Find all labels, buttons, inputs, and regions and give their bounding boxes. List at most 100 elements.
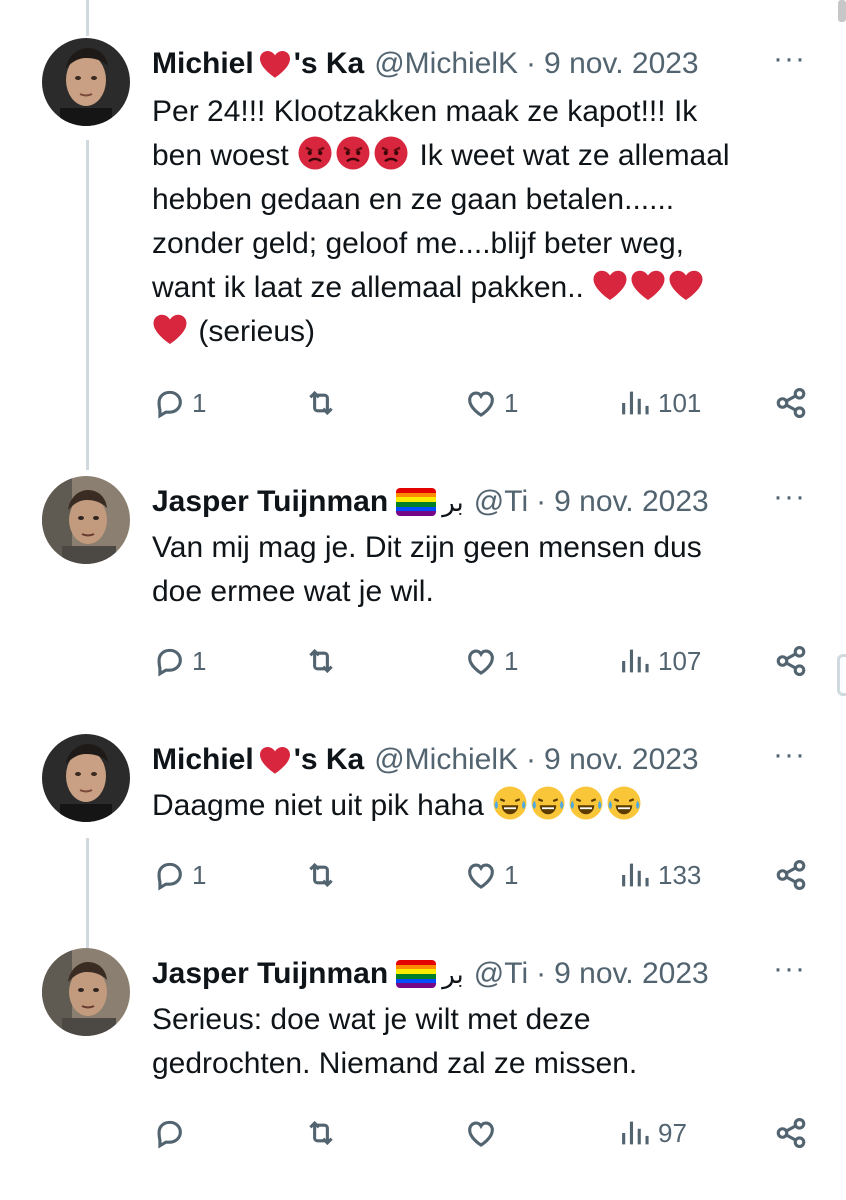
tweet-text-line: Daagme niet uit pik haha	[152, 784, 792, 828]
reply-icon	[152, 386, 186, 420]
retweet-icon	[304, 386, 338, 420]
share-icon	[774, 1116, 808, 1150]
retweet-icon	[304, 644, 338, 678]
tweet-text-line: hebben gedaan en ze gaan betalen......	[152, 183, 675, 216]
tweet-date[interactable]: 9 nov. 2023	[544, 743, 699, 777]
author-name-suffix: بر	[442, 958, 464, 989]
views-button[interactable]: 97	[618, 1116, 687, 1150]
tweet-actions: 97	[152, 1116, 816, 1156]
like-icon	[464, 858, 498, 892]
tweet-text: Daagme niet uit pik haha	[152, 784, 792, 828]
author-name[interactable]: Michiel	[152, 47, 254, 81]
tweet-date[interactable]: 9 nov. 2023	[544, 47, 699, 81]
author-handle[interactable]: @MichielK	[374, 47, 518, 81]
tweet-header: Michiel 's Ka @MichielK · 9 nov. 2023	[152, 740, 846, 780]
scrollbar-thumb[interactable]	[838, 0, 846, 22]
tweet-header: Jasper Tuijnman بر @Ti · 9 nov. 2023	[152, 954, 846, 994]
like-button[interactable]: 1	[464, 386, 518, 420]
views-icon	[618, 858, 652, 892]
tweet-text: Serieus: doe wat je wilt met deze gedroc…	[152, 998, 792, 1086]
author-name[interactable]: Jasper Tuijnman	[152, 957, 388, 991]
laughing-face-emoji	[530, 785, 566, 821]
avatar[interactable]	[42, 476, 130, 564]
tweet-text: Van mij mag je. Dit zijn geen mensen dus…	[152, 526, 792, 614]
tweet-header: Jasper Tuijnman بر @Ti · 9 nov. 2023	[152, 482, 846, 522]
tweet-date[interactable]: 9 nov. 2023	[554, 485, 709, 519]
tweet-date[interactable]: 9 nov. 2023	[554, 957, 709, 991]
author-handle[interactable]: @Ti	[474, 957, 528, 991]
laughing-face-emoji	[492, 785, 528, 821]
share-icon	[774, 644, 808, 678]
more-options-icon[interactable]: ···	[773, 42, 806, 76]
retweet-button[interactable]	[304, 1116, 338, 1150]
more-options-icon[interactable]: ···	[773, 480, 806, 514]
share-button[interactable]	[774, 858, 808, 892]
author-name[interactable]: Michiel	[152, 743, 254, 777]
retweet-icon	[304, 858, 338, 892]
reply-button[interactable]	[152, 1116, 192, 1150]
views-button[interactable]: 101	[618, 386, 701, 420]
panel-edge	[837, 654, 846, 696]
reply-button[interactable]: 1	[152, 386, 206, 420]
views-button[interactable]: 107	[618, 644, 701, 678]
tweet-actions: 1 1 101	[152, 386, 816, 426]
share-button[interactable]	[774, 644, 808, 678]
thread-connector	[86, 838, 89, 948]
tweet-text-line: Van mij mag je. Dit zijn geen mensen dus	[152, 531, 702, 564]
tweet-text-line: zonder geld; geloof me....blijf beter we…	[152, 227, 684, 260]
tweet-text-line: Serieus: doe wat je wilt met deze	[152, 1003, 591, 1036]
avatar[interactable]	[42, 948, 130, 1036]
author-name-tail[interactable]: 's Ka	[294, 743, 365, 777]
thread-connector	[86, 140, 89, 470]
views-button[interactable]: 133	[618, 858, 701, 892]
author-handle[interactable]: @MichielK	[374, 743, 518, 777]
avatar[interactable]	[42, 38, 130, 126]
laughing-face-emoji	[606, 785, 642, 821]
rainbow-flag-emoji	[396, 960, 437, 988]
retweet-button[interactable]	[304, 386, 338, 420]
tweet-actions: 1 1 133	[152, 858, 816, 898]
share-icon	[774, 858, 808, 892]
tweet-text-line: (serieus)	[152, 310, 792, 354]
avatar[interactable]	[42, 734, 130, 822]
author-name-suffix: بر	[442, 486, 464, 517]
like-button[interactable]	[464, 1116, 504, 1150]
laughing-face-emoji	[568, 785, 604, 821]
more-options-icon[interactable]: ···	[773, 738, 806, 772]
retweet-icon	[304, 1116, 338, 1150]
heart-emoji	[668, 267, 704, 303]
angry-face-emoji	[297, 135, 333, 171]
share-button[interactable]	[774, 1116, 808, 1150]
angry-face-emoji	[335, 135, 371, 171]
share-button[interactable]	[774, 386, 808, 420]
heart-emoji	[630, 267, 666, 303]
heart-emoji	[258, 49, 292, 79]
separator: ·	[536, 485, 547, 518]
more-options-icon[interactable]: ···	[773, 952, 806, 986]
thread-connector	[86, 0, 89, 36]
separator: ·	[526, 47, 537, 80]
author-name[interactable]: Jasper Tuijnman	[152, 485, 388, 519]
like-icon	[464, 386, 498, 420]
reply-button[interactable]: 1	[152, 644, 206, 678]
like-button[interactable]: 1	[464, 644, 518, 678]
like-button[interactable]: 1	[464, 858, 518, 892]
author-name-tail[interactable]: 's Ka	[294, 47, 365, 81]
views-icon	[618, 386, 652, 420]
tweet-header: Michiel 's Ka @MichielK · 9 nov. 2023	[152, 44, 846, 84]
retweet-button[interactable]	[304, 858, 338, 892]
tweet-text: Per 24!!! Klootzakken maak ze kapot!!! I…	[152, 90, 792, 354]
reply-icon	[152, 1116, 186, 1150]
reply-icon	[152, 858, 186, 892]
reply-button[interactable]: 1	[152, 858, 206, 892]
reply-icon	[152, 644, 186, 678]
heart-emoji	[258, 745, 292, 775]
tweet-text-line: gedrochten. Niemand zal ze missen.	[152, 1047, 638, 1080]
retweet-button[interactable]	[304, 644, 338, 678]
views-icon	[618, 644, 652, 678]
views-icon	[618, 1116, 652, 1150]
heart-emoji	[152, 311, 188, 347]
author-handle[interactable]: @Ti	[474, 485, 528, 519]
tweet-text-line: want ik laat ze allemaal pakken..	[152, 266, 792, 310]
separator: ·	[526, 743, 537, 776]
